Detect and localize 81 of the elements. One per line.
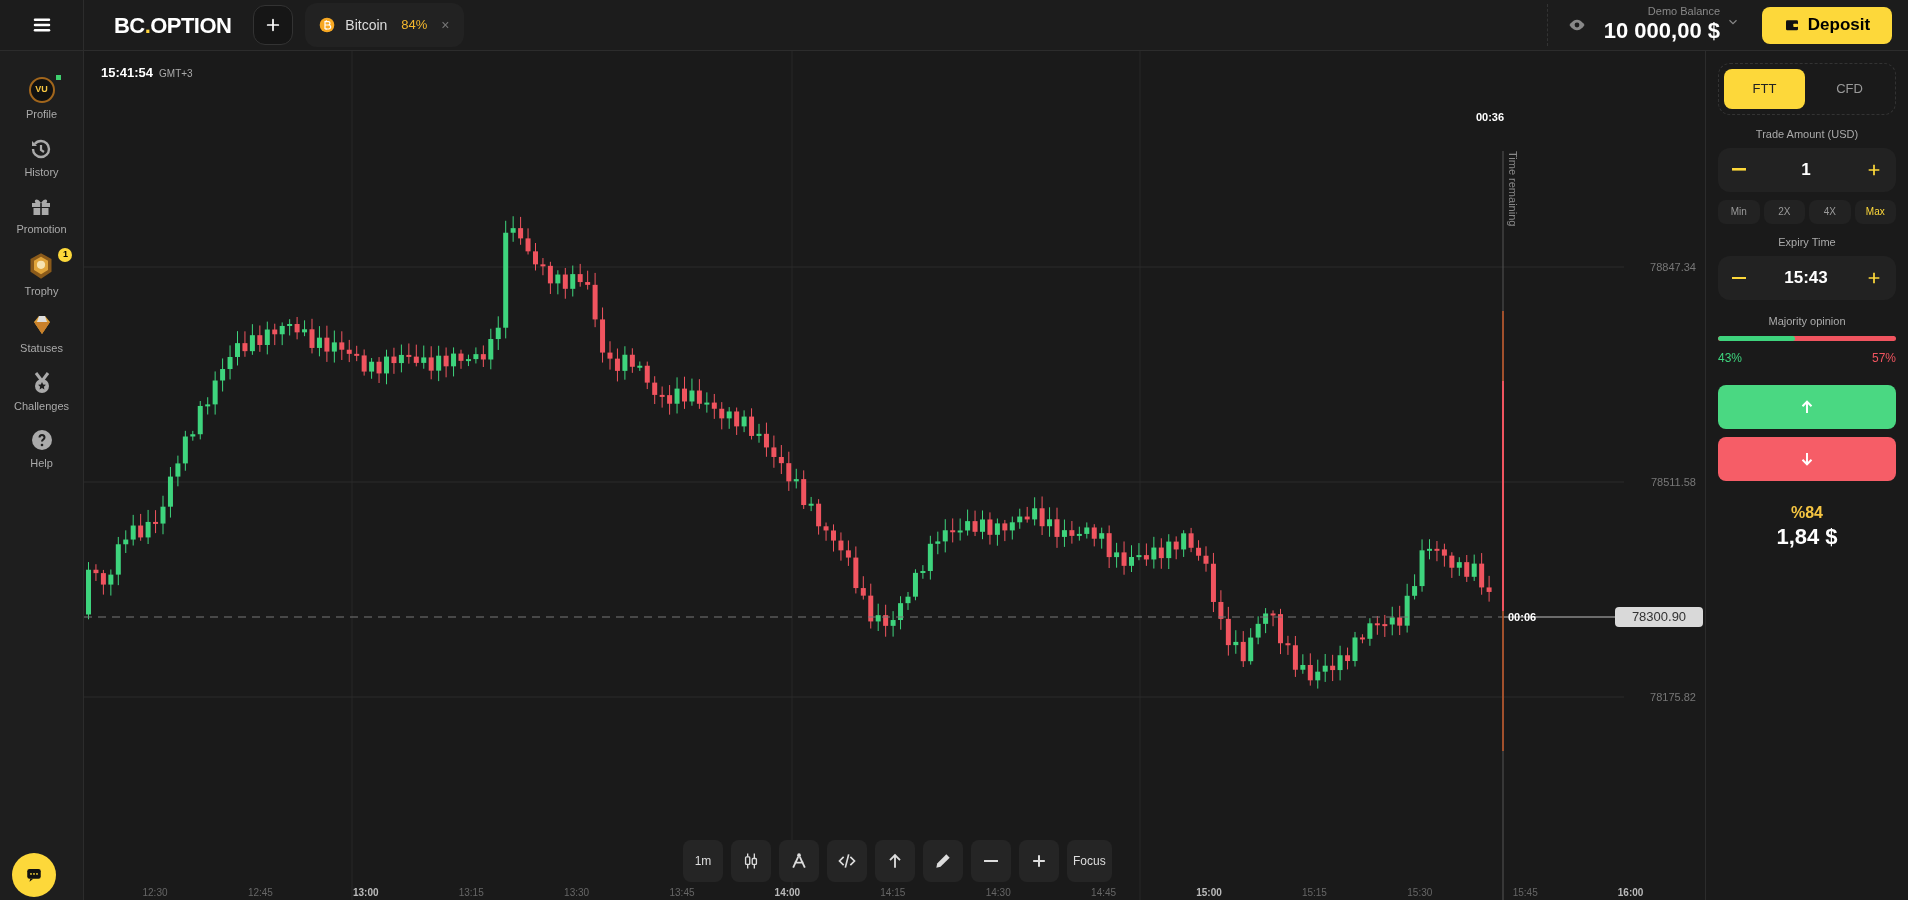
down-percent: 57% [1871,349,1896,367]
sidebar-item[interactable]: VU Profile [11,73,72,123]
plus-icon [265,17,282,33]
minus-icon [984,859,998,863]
time-axis-label: 15:30 [1407,887,1433,898]
avatar: VU [28,77,55,103]
decrease-button[interactable] [1732,276,1746,280]
amount-preset-button[interactable]: 2X [1763,199,1805,224]
balance-amount: 10 000,00 $ [1603,16,1720,45]
price-level-label: 78511.58 [1650,476,1696,488]
clock: 15:41:54 [101,64,154,82]
logo: BC.OPTION [114,11,232,40]
time-remaining-label: Time remaining [1507,151,1519,227]
asset-tab[interactable]: Bitcoin 84% × [305,3,464,47]
chart-type-button[interactable] [731,840,771,882]
up-percent: 43% [1718,349,1743,367]
field-label: Trade Amount (USD) [1754,127,1860,142]
amount-preset-button[interactable]: 4X [1809,199,1851,224]
pencil-button[interactable] [923,840,963,882]
candle-timer: 00:06 [1508,611,1537,623]
asset-name: Bitcoin [345,15,388,35]
mode-tab[interactable]: CFD [1809,69,1890,109]
countdown: 00:36 [1475,111,1505,123]
sidebar-item[interactable]: Help [15,424,68,472]
field-label: Expiry Time [1777,234,1837,250]
time-axis-label: 15:15 [1301,887,1327,898]
put-button[interactable] [1718,436,1896,481]
time-axis-label: 14:30 [985,887,1011,898]
opinion-label: Majority opinion [1767,314,1847,329]
timezone: GMT+3 [159,67,193,81]
chat-icon [25,866,43,884]
amount-preset-button[interactable]: Min [1718,199,1760,224]
coin-icon [319,17,336,33]
wallet-icon [1783,17,1800,33]
minus-icon [1732,168,1746,171]
sidebar-item[interactable]: Promotion [2,190,81,238]
time-axis-label: 14:45 [1091,887,1117,898]
call-button[interactable] [1718,384,1896,429]
close-tab-button[interactable]: × [441,14,450,36]
current-price-label: 78300.90 [1615,607,1703,627]
time-axis-label: 12:30 [142,887,168,898]
price-level-label: 78847.34 [1650,261,1696,273]
trade-amount-value: 1 [1801,158,1811,181]
sidebar-item[interactable]: 1 Trophy [10,247,73,299]
sidebar-item[interactable]: Statuses [6,309,77,357]
payout-percent: 84% [401,16,428,35]
time-axis-label: 13:15 [458,887,484,898]
payout-rate: %84 [1790,502,1824,523]
time-axis-label: 14:15 [880,887,906,898]
pencil-icon [933,851,953,871]
time-axis-label: 13:30 [564,887,590,898]
balance-label: Demo Balance [1647,5,1720,17]
toolbar-button[interactable]: Focus [1067,840,1112,882]
code-icon [837,851,857,871]
indicators-button[interactable] [827,840,867,882]
sidebar-item[interactable]: History [10,132,73,180]
sidebar-item[interactable]: Challenges [0,366,84,414]
time-axis-label: 15:45 [1512,887,1538,898]
toolbar-button[interactable]: 1m [683,840,723,882]
chat-button[interactable] [12,853,56,897]
price-level-label: 78175.82 [1650,691,1696,703]
deposit-button[interactable]: Deposit [1762,6,1892,44]
expiry-time-value: 15:43 [1784,267,1828,290]
payout-amount: 1,84 $ [1775,522,1839,550]
help-icon [29,428,54,452]
time-axis-label: 15:00 [1196,887,1222,898]
time-axis-label: 14:00 [774,887,801,898]
add-asset-button[interactable] [253,5,294,45]
drawing-tools-button[interactable] [779,840,819,882]
plus-icon [1866,270,1882,286]
time-axis-label: 12:45 [247,887,273,898]
mode-tab[interactable]: FTT [1724,69,1805,109]
increase-button[interactable] [1866,270,1882,286]
notification-badge: 1 [58,247,73,262]
time-axis-label: 13:45 [669,887,695,898]
minus-icon [1732,276,1746,280]
zoom-in-button[interactable] [1019,840,1059,882]
amount-preset-button[interactable]: Max [1854,199,1896,224]
time-axis-label: 16:00 [1617,887,1644,898]
arrow-button[interactable] [875,840,915,882]
time-axis-label: 13:00 [353,887,379,898]
